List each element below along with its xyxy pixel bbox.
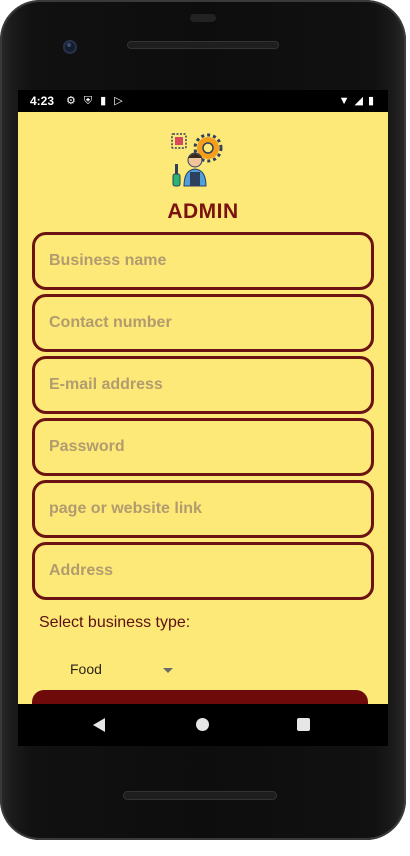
app-screen: ADMIN Select business type: Food — [18, 112, 388, 704]
password-field[interactable] — [32, 418, 374, 476]
business-type-value: Food — [70, 661, 102, 677]
address-input[interactable] — [49, 545, 349, 597]
address-field[interactable] — [32, 542, 374, 600]
email-field[interactable] — [32, 356, 374, 414]
top-notch — [190, 14, 216, 22]
status-icons-right: ▼ ◢ ▮ — [339, 94, 374, 108]
submit-button[interactable] — [32, 690, 368, 704]
page-title: ADMIN — [167, 200, 239, 223]
bottom-speaker — [123, 791, 277, 800]
website-link-input[interactable] — [49, 483, 349, 535]
battery-icon: ▮ — [367, 95, 374, 107]
back-icon[interactable] — [93, 718, 105, 732]
play-store-icon: ▷ — [114, 95, 123, 107]
business-type-label: Select business type: — [39, 614, 191, 631]
sd-card-icon: ▮ — [100, 95, 107, 107]
website-link-field[interactable] — [32, 480, 374, 538]
email-input[interactable] — [49, 359, 349, 411]
navigation-bar — [18, 704, 388, 746]
wifi-icon: ▼ — [338, 95, 350, 107]
dropdown-arrow-icon[interactable] — [163, 668, 173, 673]
cell-signal-icon: ◢ — [354, 95, 363, 107]
earpiece-speaker — [127, 41, 279, 49]
recents-icon[interactable] — [297, 718, 310, 731]
status-bar: 4:23 ⚙ ⛨ ▮ ▷ ▼ ◢ ▮ — [18, 90, 388, 112]
contact-number-field[interactable] — [32, 294, 374, 352]
gear-icon: ⚙ — [66, 95, 76, 107]
admin-technician-gear-icon — [171, 133, 223, 187]
contact-number-input[interactable] — [49, 297, 349, 349]
home-icon[interactable] — [196, 718, 209, 731]
shield-icon: ⛨ — [83, 95, 93, 107]
business-name-input[interactable] — [49, 235, 349, 287]
business-name-field[interactable] — [32, 232, 374, 290]
business-type-select[interactable]: Food — [56, 655, 186, 685]
status-icons-left: ⚙ ⛨ ▮ ▷ — [66, 94, 123, 108]
phone-frame: 4:23 ⚙ ⛨ ▮ ▷ ▼ ◢ ▮ ADMIN Business name C… — [0, 0, 406, 840]
status-time: 4:23 — [30, 94, 55, 108]
password-input[interactable] — [49, 421, 349, 473]
front-camera — [63, 40, 77, 54]
